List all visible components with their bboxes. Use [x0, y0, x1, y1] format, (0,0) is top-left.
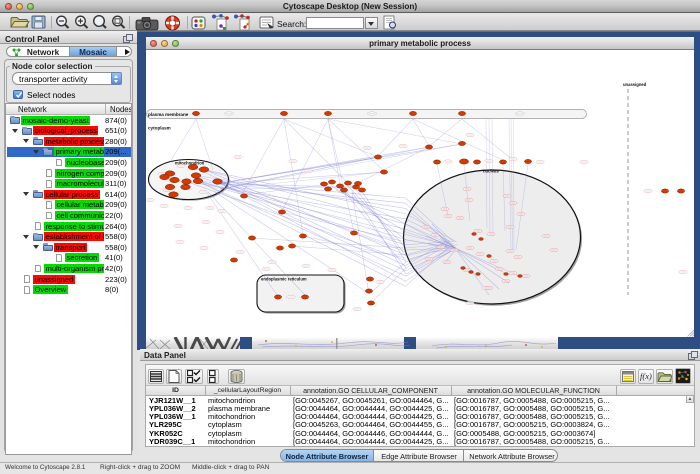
svg-text:endoplasmic reticulum: endoplasmic reticulum — [261, 277, 307, 282]
svg-text:cytoplasm: cytoplasm — [148, 126, 171, 131]
svg-text:unassigned: unassigned — [623, 82, 647, 87]
svg-text:plasma membrane: plasma membrane — [148, 112, 189, 117]
svg-text:nucleus: nucleus — [483, 169, 499, 174]
